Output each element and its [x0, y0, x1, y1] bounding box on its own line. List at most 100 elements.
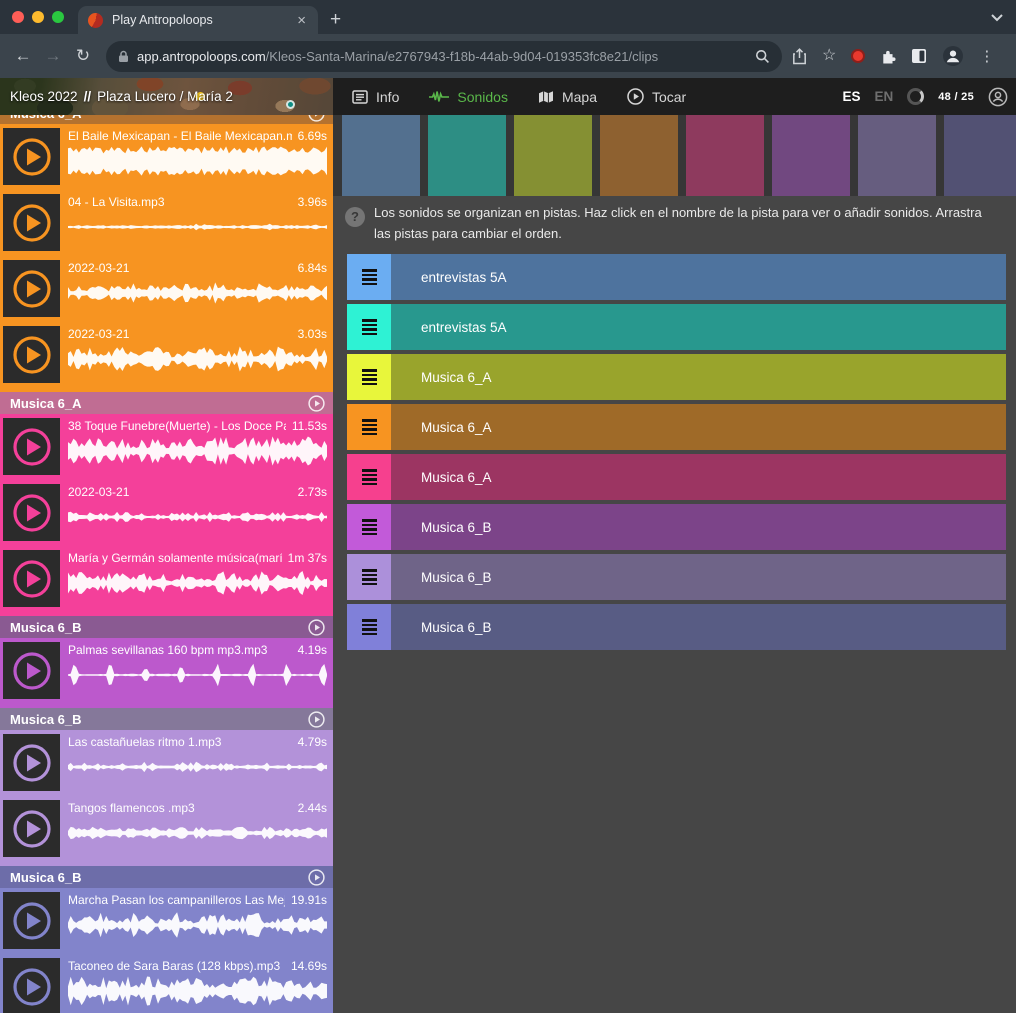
clip-row[interactable]: Las castañuelas ritmo 1.mp34.79s — [0, 730, 333, 796]
drag-handle[interactable] — [347, 554, 391, 600]
drag-handle[interactable] — [347, 304, 391, 350]
clip-play-button[interactable] — [3, 194, 60, 251]
track-section-header[interactable]: Musica 6_A — [0, 115, 333, 124]
tab-sonidos[interactable]: Sonidos — [429, 89, 508, 105]
track-row[interactable]: Musica 6_B — [347, 504, 1006, 550]
track-row[interactable]: Musica 6_B — [347, 554, 1006, 600]
drag-handle[interactable] — [347, 404, 391, 450]
lang-es-button[interactable]: ES — [842, 89, 860, 104]
tab-info[interactable]: Info — [352, 89, 399, 105]
clip-play-button[interactable] — [3, 550, 60, 607]
drag-handle[interactable] — [347, 604, 391, 650]
clip-row[interactable]: 2022-03-216.84s — [0, 256, 333, 322]
clip-play-button[interactable] — [3, 418, 60, 475]
browser-menu-icon[interactable]: ⋮ — [979, 47, 994, 65]
clip-row[interactable]: Tangos flamencos .mp32.44s — [0, 796, 333, 862]
clip-play-icon[interactable] — [12, 809, 52, 849]
clip-play-icon[interactable] — [12, 269, 52, 309]
clip-play-button[interactable] — [3, 642, 60, 699]
record-extension-icon[interactable] — [851, 49, 865, 63]
clip-play-button[interactable] — [3, 128, 60, 185]
drag-handle[interactable] — [347, 454, 391, 500]
track-section-header[interactable]: Musica 6_A — [0, 392, 333, 414]
forward-button[interactable]: → — [38, 46, 68, 66]
track-color-swatch[interactable] — [772, 115, 850, 196]
new-tab-button[interactable]: + — [330, 6, 341, 34]
clip-play-icon[interactable] — [12, 427, 52, 467]
track-row[interactable]: Musica 6_B — [347, 604, 1006, 650]
section-play-icon[interactable] — [308, 619, 325, 636]
section-play-icon[interactable] — [308, 869, 325, 886]
chevron-down-icon[interactable] — [990, 13, 1004, 22]
tab-tocar[interactable]: Tocar — [627, 88, 686, 105]
clip-play-button[interactable] — [3, 800, 60, 857]
track-color-swatch[interactable] — [944, 115, 1016, 196]
bookmark-star-icon[interactable]: ☆ — [822, 48, 836, 64]
track-row[interactable]: Musica 6_A — [347, 404, 1006, 450]
track-section-header[interactable]: Musica 6_B — [0, 616, 333, 638]
track-row[interactable]: Musica 6_A — [347, 454, 1006, 500]
clip-play-button[interactable] — [3, 484, 60, 541]
clip-play-icon[interactable] — [12, 743, 52, 783]
track-name-area[interactable]: Musica 6_A — [391, 354, 1006, 400]
back-button[interactable]: ← — [8, 46, 38, 66]
extensions-puzzle-icon[interactable] — [880, 48, 896, 64]
mac-zoom-button[interactable] — [52, 11, 64, 23]
track-name-area[interactable]: entrevistas 5A — [391, 254, 1006, 300]
clip-play-icon[interactable] — [12, 335, 52, 375]
search-zoom-icon[interactable] — [755, 49, 770, 64]
clip-play-button[interactable] — [3, 326, 60, 383]
clip-row[interactable]: Marcha Pasan los campanilleros Las Mejor… — [0, 888, 333, 954]
clip-row[interactable]: Palmas sevillanas 160 bpm mp3.mp34.19s — [0, 638, 333, 704]
track-color-swatch[interactable] — [342, 115, 420, 196]
tab-close-icon[interactable]: × — [295, 12, 308, 29]
track-row[interactable]: entrevistas 5A — [347, 254, 1006, 300]
track-row[interactable]: Musica 6_A — [347, 354, 1006, 400]
clip-row[interactable]: 2022-03-212.73s — [0, 480, 333, 546]
clip-row[interactable]: 2022-03-213.03s — [0, 322, 333, 388]
track-color-swatch[interactable] — [428, 115, 506, 196]
track-section-header[interactable]: Musica 6_B — [0, 866, 333, 888]
breadcrumb[interactable]: Kleos 2022//Plaza Lucero / María 2 — [0, 89, 233, 104]
track-section-header[interactable]: Musica 6_B — [0, 708, 333, 730]
side-panel-icon[interactable] — [911, 48, 927, 64]
track-color-swatch[interactable] — [858, 115, 936, 196]
clip-play-icon[interactable] — [12, 651, 52, 691]
drag-handle[interactable] — [347, 504, 391, 550]
clip-play-button[interactable] — [3, 734, 60, 791]
clip-play-button[interactable] — [3, 958, 60, 1013]
track-name-area[interactable]: Musica 6_A — [391, 404, 1006, 450]
track-name-area[interactable]: Musica 6_B — [391, 504, 1006, 550]
reload-button[interactable]: ↻ — [68, 46, 98, 66]
clip-play-button[interactable] — [3, 260, 60, 317]
clip-play-icon[interactable] — [12, 559, 52, 599]
browser-tab[interactable]: Play Antropoloops × — [78, 6, 318, 34]
track-name-area[interactable]: Musica 6_A — [391, 454, 1006, 500]
drag-handle[interactable] — [347, 354, 391, 400]
mac-close-button[interactable] — [12, 11, 24, 23]
track-name-area[interactable]: entrevistas 5A — [391, 304, 1006, 350]
profile-avatar-icon[interactable] — [942, 45, 964, 67]
clip-play-icon[interactable] — [12, 137, 52, 177]
track-row[interactable]: entrevistas 5A — [347, 304, 1006, 350]
account-icon[interactable] — [988, 87, 1008, 107]
tab-mapa[interactable]: Mapa — [538, 89, 597, 105]
track-name-area[interactable]: Musica 6_B — [391, 604, 1006, 650]
drag-handle[interactable] — [347, 254, 391, 300]
track-color-swatch[interactable] — [686, 115, 764, 196]
clip-row[interactable]: Taconeo de Sara Baras (128 kbps).mp314.6… — [0, 954, 333, 1013]
clip-row[interactable]: 38 Toque Funebre(Muerte) - Los Doce Par.… — [0, 414, 333, 480]
clip-row[interactable]: María y Germán solamente música(maría 2.… — [0, 546, 333, 612]
share-icon[interactable] — [792, 48, 807, 65]
clip-play-button[interactable] — [3, 892, 60, 949]
clip-play-icon[interactable] — [12, 493, 52, 533]
clip-play-icon[interactable] — [12, 203, 52, 243]
clip-play-icon[interactable] — [12, 967, 52, 1007]
track-name-area[interactable]: Musica 6_B — [391, 554, 1006, 600]
track-color-swatch[interactable] — [514, 115, 592, 196]
section-play-icon[interactable] — [308, 115, 325, 122]
clip-row[interactable]: 04 - La Visita.mp33.96s — [0, 190, 333, 256]
address-bar[interactable]: app.antropoloops.com/Kleos-Santa-Marina/… — [106, 41, 782, 72]
clip-play-icon[interactable] — [12, 901, 52, 941]
section-play-icon[interactable] — [308, 711, 325, 728]
